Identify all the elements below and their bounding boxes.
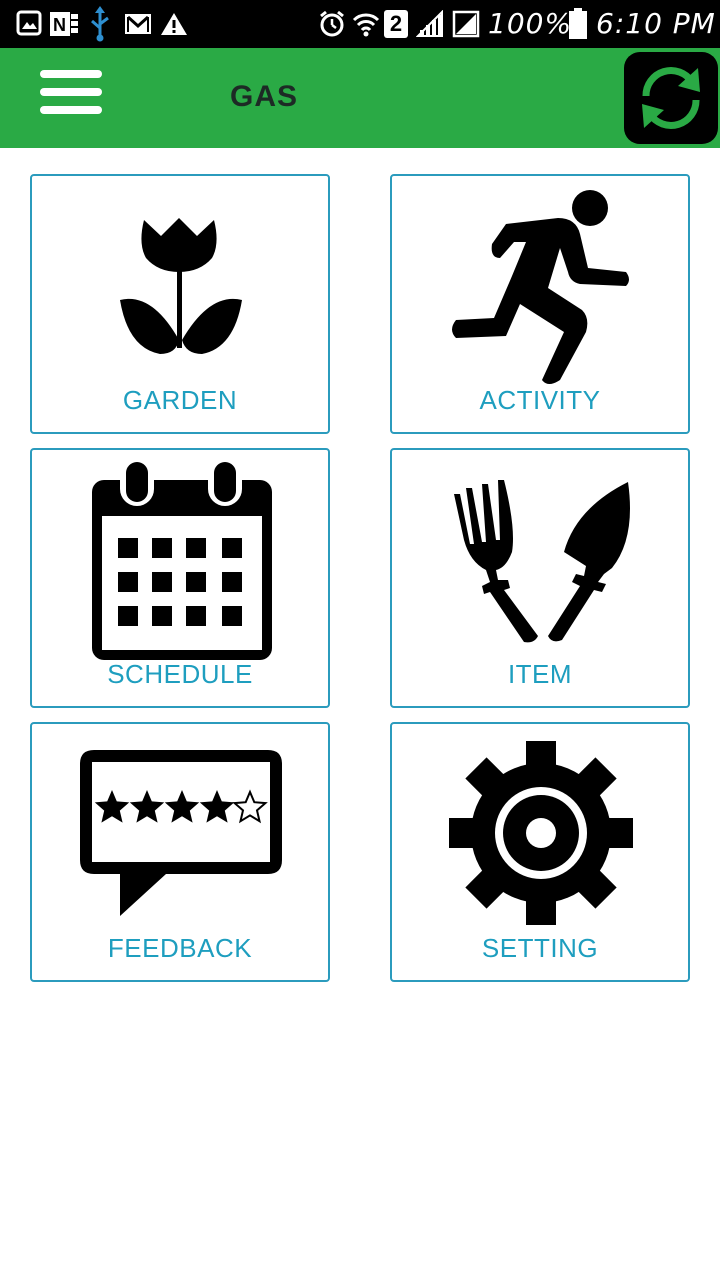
tile-schedule[interactable]: SCHEDULE: [30, 448, 330, 708]
signal-icon: [416, 10, 443, 37]
gmail-icon: [125, 14, 151, 34]
tile-item[interactable]: ITEM: [390, 448, 690, 708]
gallery-icon: [16, 10, 42, 36]
warning-icon: [161, 13, 187, 35]
tile-garden[interactable]: GARDEN: [30, 174, 330, 434]
app-title: GAS: [230, 80, 299, 113]
wifi-icon: [352, 13, 380, 37]
app-bar: GAS: [0, 48, 720, 148]
usb-icon: [91, 6, 109, 42]
battery-icon: [569, 8, 587, 39]
onenote-icon: N: [50, 12, 78, 36]
running-person-icon: [452, 190, 629, 384]
gear-icon: [449, 741, 633, 925]
tile-label: FEEDBACK: [107, 933, 253, 963]
refresh-icon: [642, 67, 700, 129]
tile-activity[interactable]: ACTIVITY: [390, 174, 690, 434]
battery-percent: 100%: [488, 7, 573, 40]
sim-icon: 2: [384, 10, 408, 38]
tile-label: ACTIVITY: [479, 385, 601, 415]
sim-slot-number: 2: [389, 11, 403, 36]
tile-label: ITEM: [507, 659, 573, 689]
clock: 6:10 PM: [596, 7, 716, 40]
tile-label: GARDEN: [122, 385, 238, 415]
refresh-button[interactable]: [624, 52, 718, 144]
no-signal-icon: [452, 10, 480, 38]
menu-button[interactable]: [36, 68, 106, 118]
tile-setting[interactable]: SETTING: [390, 722, 690, 982]
calendar-icon: [92, 458, 272, 660]
tile-label: SETTING: [481, 933, 599, 963]
svg-text:N: N: [53, 15, 66, 35]
garden-tools-icon: [454, 480, 630, 643]
alarm-icon: [320, 10, 344, 37]
status-bar: N 2 100% 6:10 PM: [0, 0, 720, 48]
tile-label: SCHEDULE: [107, 659, 253, 689]
rating-feedback-icon: [80, 750, 282, 916]
tile-feedback[interactable]: FEEDBACK: [30, 722, 330, 982]
tulip-icon: [120, 218, 242, 354]
